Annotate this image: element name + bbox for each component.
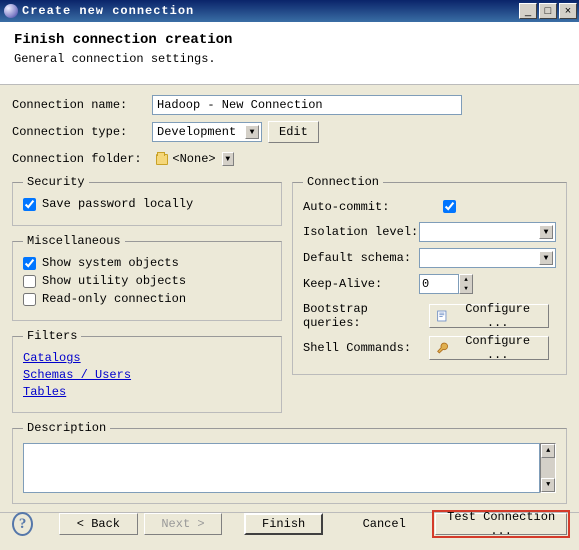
tables-link[interactable]: Tables — [23, 385, 271, 399]
read-only-input[interactable] — [23, 293, 36, 306]
schema-combo[interactable]: ▼ — [419, 248, 556, 268]
help-icon[interactable]: ? — [12, 512, 33, 536]
catalogs-link[interactable]: Catalogs — [23, 351, 271, 365]
connection-legend: Connection — [303, 175, 383, 189]
isolation-label: Isolation level: — [303, 225, 419, 239]
test-connection-button[interactable]: Test Connection ... — [435, 513, 567, 535]
scroll-down-icon[interactable]: ▼ — [541, 478, 555, 492]
description-group: Description ▲▼ — [12, 421, 567, 504]
auto-commit-checkbox[interactable] — [443, 200, 456, 213]
schemas-link[interactable]: Schemas / Users — [23, 368, 271, 382]
isolation-combo[interactable]: ▼ — [419, 222, 556, 242]
bootstrap-configure-button[interactable]: Configure ... — [429, 304, 549, 328]
window-title: Create new connection — [22, 4, 517, 18]
close-button[interactable]: × — [559, 3, 577, 19]
connection-name-label: Connection name: — [12, 98, 152, 112]
connection-group: Connection Auto-commit: Isolation level:… — [292, 175, 567, 375]
spin-down-icon[interactable]: ▼ — [460, 284, 472, 293]
keep-alive-spinner[interactable]: ▲▼ — [419, 274, 473, 294]
chevron-down-icon: ▼ — [222, 152, 234, 166]
misc-group: Miscellaneous Show system objects Show u… — [12, 234, 282, 321]
connection-name-input[interactable] — [152, 95, 462, 115]
schema-label: Default schema: — [303, 251, 419, 265]
keep-alive-label: Keep-Alive: — [303, 277, 419, 291]
scroll-up-icon[interactable]: ▲ — [541, 444, 555, 458]
shell-label: Shell Commands: — [303, 341, 429, 355]
keep-alive-input[interactable] — [419, 274, 459, 294]
connection-folder-value: <None> — [172, 152, 215, 166]
back-button[interactable]: < Back — [59, 513, 138, 535]
bootstrap-label: Bootstrap queries: — [303, 302, 429, 330]
filters-legend: Filters — [23, 329, 81, 343]
description-legend: Description — [23, 421, 110, 435]
shell-configure-button[interactable]: Configure ... — [429, 336, 549, 360]
show-system-checkbox[interactable]: Show system objects — [23, 256, 271, 270]
connection-type-combo[interactable]: Development ▼ — [152, 122, 262, 142]
chevron-down-icon: ▼ — [245, 125, 259, 139]
cancel-button[interactable]: Cancel — [345, 513, 423, 535]
script-icon — [436, 309, 449, 323]
maximize-button[interactable]: □ — [539, 3, 557, 19]
page-subtitle: General connection settings. — [14, 52, 565, 66]
security-group: Security Save password locally — [12, 175, 282, 226]
read-only-checkbox[interactable]: Read-only connection — [23, 292, 271, 306]
misc-legend: Miscellaneous — [23, 234, 125, 248]
connection-type-value: Development — [157, 125, 236, 139]
folder-icon — [156, 154, 168, 165]
spin-up-icon[interactable]: ▲ — [460, 275, 472, 284]
title-bar: Create new connection _ □ × — [0, 0, 579, 22]
wizard-header: Finish connection creation General conne… — [0, 22, 579, 85]
show-utility-checkbox[interactable]: Show utility objects — [23, 274, 271, 288]
scrollbar[interactable]: ▲▼ — [540, 443, 556, 493]
next-button: Next > — [144, 513, 223, 535]
save-password-checkbox[interactable]: Save password locally — [23, 197, 271, 211]
connection-folder-combo[interactable]: <None> ▼ — [152, 149, 236, 169]
connection-type-label: Connection type: — [12, 125, 152, 139]
security-legend: Security — [23, 175, 89, 189]
filters-group: Filters Catalogs Schemas / Users Tables — [12, 329, 282, 413]
edit-type-button[interactable]: Edit — [268, 121, 319, 143]
chevron-down-icon: ▼ — [539, 225, 553, 239]
save-password-input[interactable] — [23, 198, 36, 211]
page-title: Finish connection creation — [14, 32, 565, 48]
chevron-down-icon: ▼ — [539, 251, 553, 265]
connection-folder-label: Connection folder: — [12, 152, 152, 166]
show-system-input[interactable] — [23, 257, 36, 270]
wrench-icon — [436, 341, 449, 355]
show-utility-input[interactable] — [23, 275, 36, 288]
app-icon — [4, 4, 18, 18]
wizard-footer: ? < Back Next > Finish Cancel Test Conne… — [0, 502, 579, 550]
auto-commit-label: Auto-commit: — [303, 200, 439, 214]
description-textarea[interactable] — [23, 443, 540, 493]
finish-button[interactable]: Finish — [244, 513, 323, 535]
minimize-button[interactable]: _ — [519, 3, 537, 19]
